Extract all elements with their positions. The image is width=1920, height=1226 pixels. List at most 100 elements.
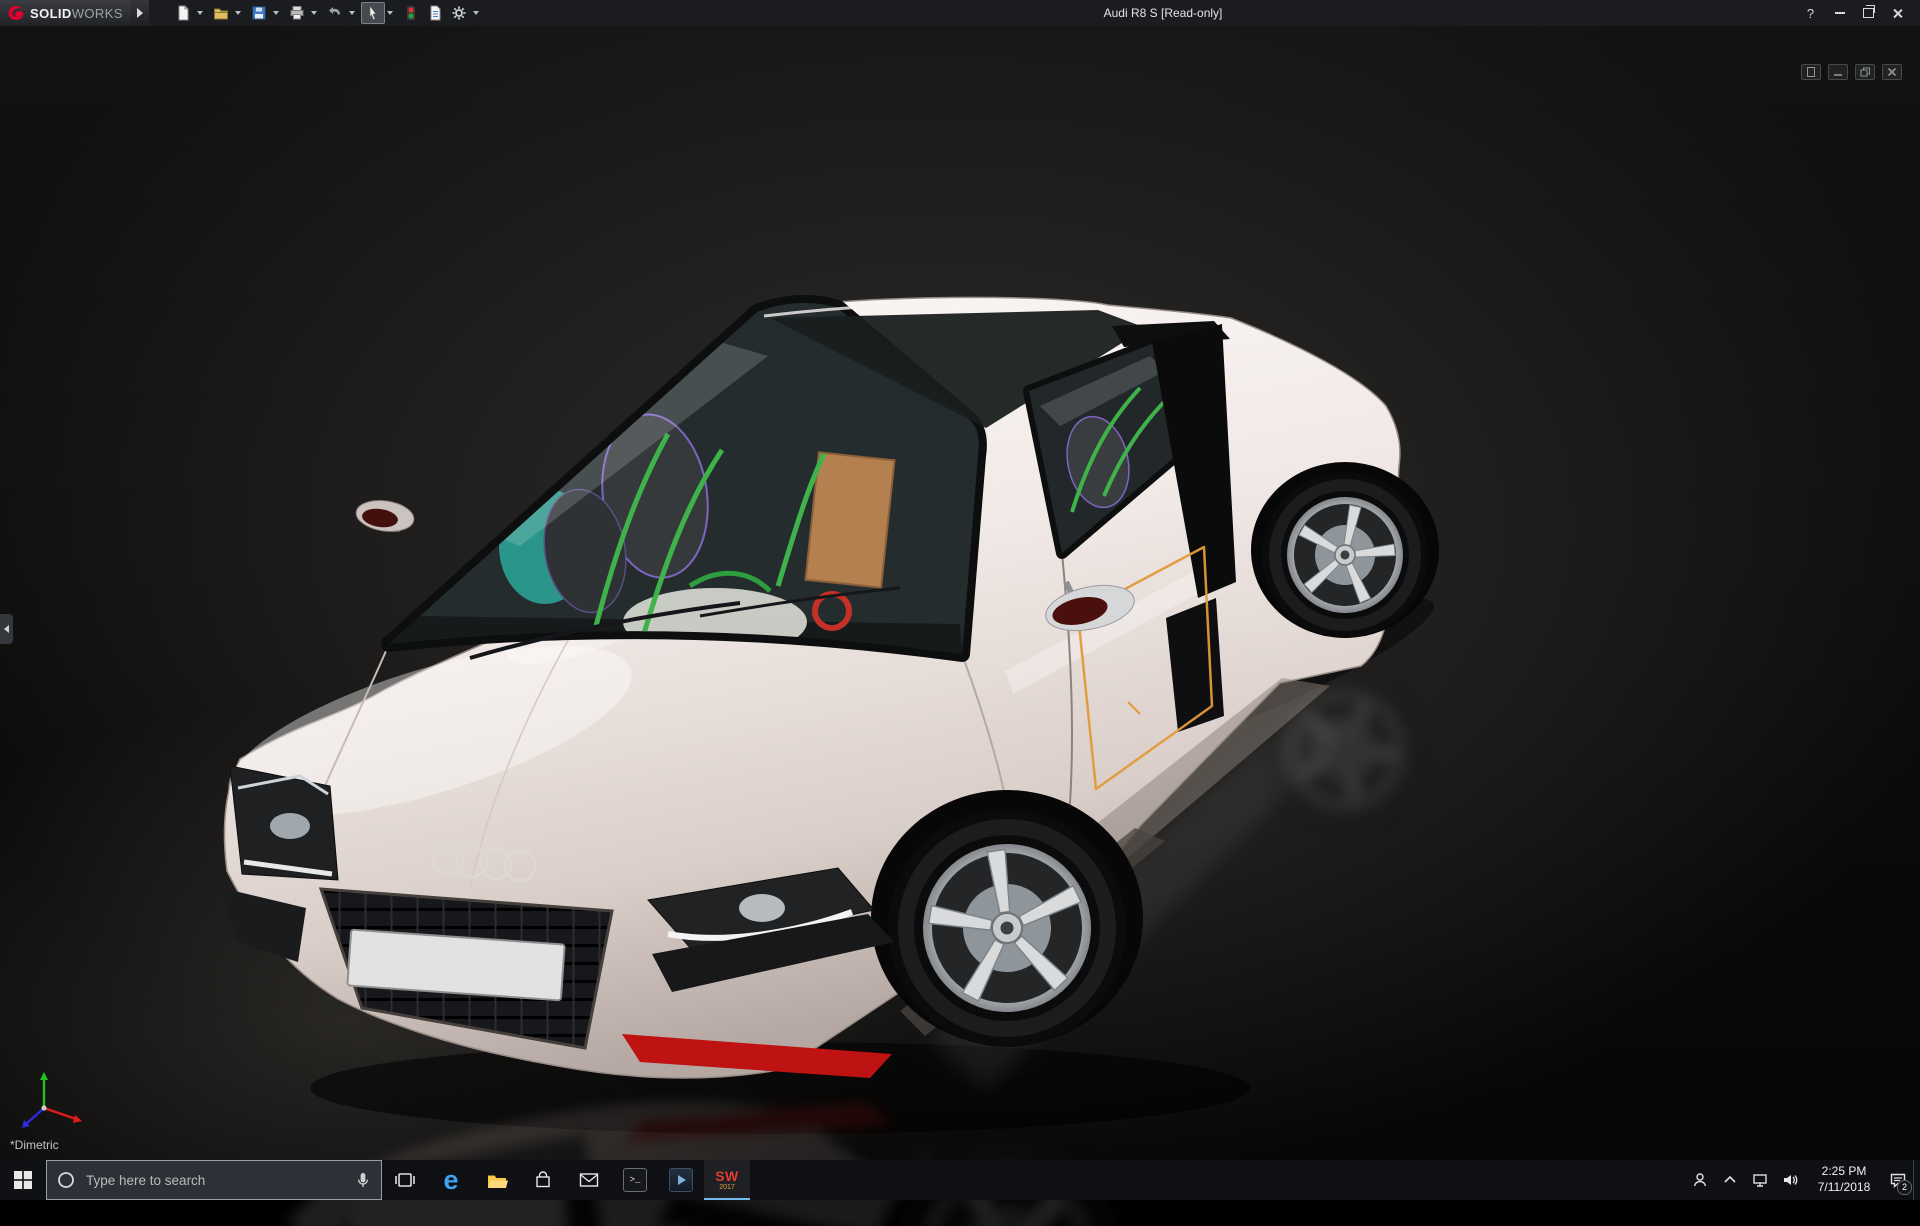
- model-scene[interactable]: [0, 26, 1920, 1226]
- save-button[interactable]: [247, 2, 271, 24]
- print-dropdown[interactable]: [309, 2, 320, 24]
- document-icon: [1807, 67, 1815, 77]
- close-icon: [1887, 67, 1897, 77]
- brand-works: WORKS: [71, 5, 123, 21]
- ds-logo-icon: [8, 6, 24, 20]
- save-dropdown[interactable]: [271, 2, 282, 24]
- desktop: { "titlebar": { "brand": {"solid": "SOLI…: [0, 0, 1920, 1200]
- gear-icon: [452, 6, 466, 20]
- feature-tree-collapse-arrow[interactable]: [0, 614, 13, 644]
- chevron-down-icon: [349, 11, 356, 15]
- minimize-icon: [1834, 12, 1845, 14]
- close-icon: [1892, 8, 1903, 19]
- document-restore-button[interactable]: [1855, 64, 1875, 80]
- show-desktop-button[interactable]: [1913, 1160, 1920, 1200]
- select-dropdown[interactable]: [385, 2, 396, 24]
- edge-icon: e: [443, 1164, 459, 1195]
- chevron-left-icon: [4, 625, 9, 633]
- search-input[interactable]: [84, 1171, 346, 1189]
- media-player-icon: [669, 1168, 693, 1192]
- brand-solid: SOLID: [30, 5, 72, 21]
- clock[interactable]: 2:25 PM 7/11/2018: [1805, 1164, 1883, 1195]
- mail-button[interactable]: [566, 1160, 612, 1200]
- restore-button[interactable]: [1854, 0, 1883, 26]
- chevron-up-icon: [1724, 1175, 1736, 1183]
- minimize-button[interactable]: [1825, 0, 1854, 26]
- store-button[interactable]: [520, 1160, 566, 1200]
- chevron-down-icon: [273, 11, 280, 15]
- document-close-button[interactable]: [1882, 64, 1902, 80]
- solidworks-button[interactable]: SW 2017: [704, 1160, 750, 1200]
- search-box[interactable]: [46, 1160, 382, 1200]
- command-prompt-icon: >_: [623, 1168, 647, 1192]
- people-button[interactable]: [1685, 1160, 1715, 1200]
- chevron-down-icon: [473, 11, 480, 15]
- action-center-button[interactable]: 2: [1883, 1160, 1913, 1200]
- file-explorer-button[interactable]: [474, 1160, 520, 1200]
- view-orientation-label: *Dimetric: [10, 1138, 59, 1152]
- system-tray: 2:25 PM 7/11/2018 2: [1685, 1160, 1920, 1200]
- document-window-menu-button[interactable]: [1801, 64, 1821, 80]
- media-player-button[interactable]: [658, 1160, 704, 1200]
- undo-button[interactable]: [323, 2, 347, 24]
- edge-button[interactable]: e: [428, 1160, 474, 1200]
- tray-time: 2:25 PM: [1821, 1164, 1867, 1179]
- people-icon: [1693, 1173, 1707, 1187]
- chevron-down-icon: [311, 11, 318, 15]
- document-minimize-button[interactable]: [1828, 64, 1848, 80]
- document-window-controls: [1801, 64, 1902, 80]
- task-view-button[interactable]: [382, 1160, 428, 1200]
- start-button[interactable]: [0, 1160, 46, 1200]
- file-explorer-icon: [488, 1175, 508, 1188]
- restore-icon: [1863, 4, 1875, 18]
- open-folder-icon: [213, 8, 228, 20]
- task-view-icon: [395, 1173, 415, 1187]
- window-controls: ?: [1796, 0, 1912, 26]
- minimize-icon: [1834, 74, 1842, 76]
- volume-icon: [1784, 1175, 1798, 1185]
- solidworks-icon-text: SW: [715, 1168, 739, 1184]
- select-button[interactable]: [360, 2, 385, 24]
- microphone-icon[interactable]: [355, 1171, 371, 1189]
- options-dropdown[interactable]: [471, 2, 482, 24]
- titlebar: SOLIDWORKS Audi R8 S [Read-only] ?: [0, 0, 1920, 26]
- car-model[interactable]: [211, 297, 1443, 1078]
- file-properties-icon: [430, 5, 441, 21]
- hidden-icons-button[interactable]: [1715, 1160, 1745, 1200]
- network-button[interactable]: [1745, 1160, 1775, 1200]
- quick-access-toolbar: [171, 2, 485, 24]
- window-title: Audi R8 S [Read-only]: [1103, 6, 1223, 20]
- select-cursor-icon: [369, 5, 377, 21]
- graphics-area[interactable]: [0, 26, 1920, 1160]
- open-dropdown[interactable]: [233, 2, 244, 24]
- help-button[interactable]: ?: [1796, 0, 1825, 26]
- open-button[interactable]: [209, 2, 233, 24]
- solidworks-logo: SOLIDWORKS: [0, 0, 131, 26]
- brand-text: SOLIDWORKS: [30, 6, 123, 21]
- menu-flyout-button[interactable]: [130, 0, 149, 26]
- chevron-down-icon: [235, 11, 242, 15]
- windows-logo-icon: [14, 1171, 32, 1189]
- print-button[interactable]: [285, 2, 309, 24]
- taskbar: e >_ SW 2017: [0, 1160, 1920, 1200]
- file-properties-button[interactable]: [423, 2, 447, 24]
- network-icon: [1753, 1174, 1767, 1187]
- rebuild-button[interactable]: [399, 2, 423, 24]
- new-document-button[interactable]: [171, 2, 195, 24]
- volume-button[interactable]: [1775, 1160, 1805, 1200]
- options-button[interactable]: [447, 2, 471, 24]
- chevron-down-icon: [387, 11, 394, 15]
- restore-icon: [1860, 67, 1870, 77]
- chevron-down-icon: [197, 11, 204, 15]
- cortana-icon: [58, 1172, 74, 1188]
- undo-arrow-icon: [328, 7, 340, 15]
- new-document-icon: [178, 5, 189, 21]
- flyout-arrow-icon: [136, 8, 143, 18]
- new-document-dropdown[interactable]: [195, 2, 206, 24]
- tray-date: 7/11/2018: [1817, 1180, 1871, 1194]
- notification-badge: 2: [1897, 1180, 1912, 1195]
- mail-icon: [579, 1173, 599, 1187]
- undo-dropdown[interactable]: [347, 2, 358, 24]
- close-button[interactable]: [1883, 0, 1912, 26]
- command-prompt-button[interactable]: >_: [612, 1160, 658, 1200]
